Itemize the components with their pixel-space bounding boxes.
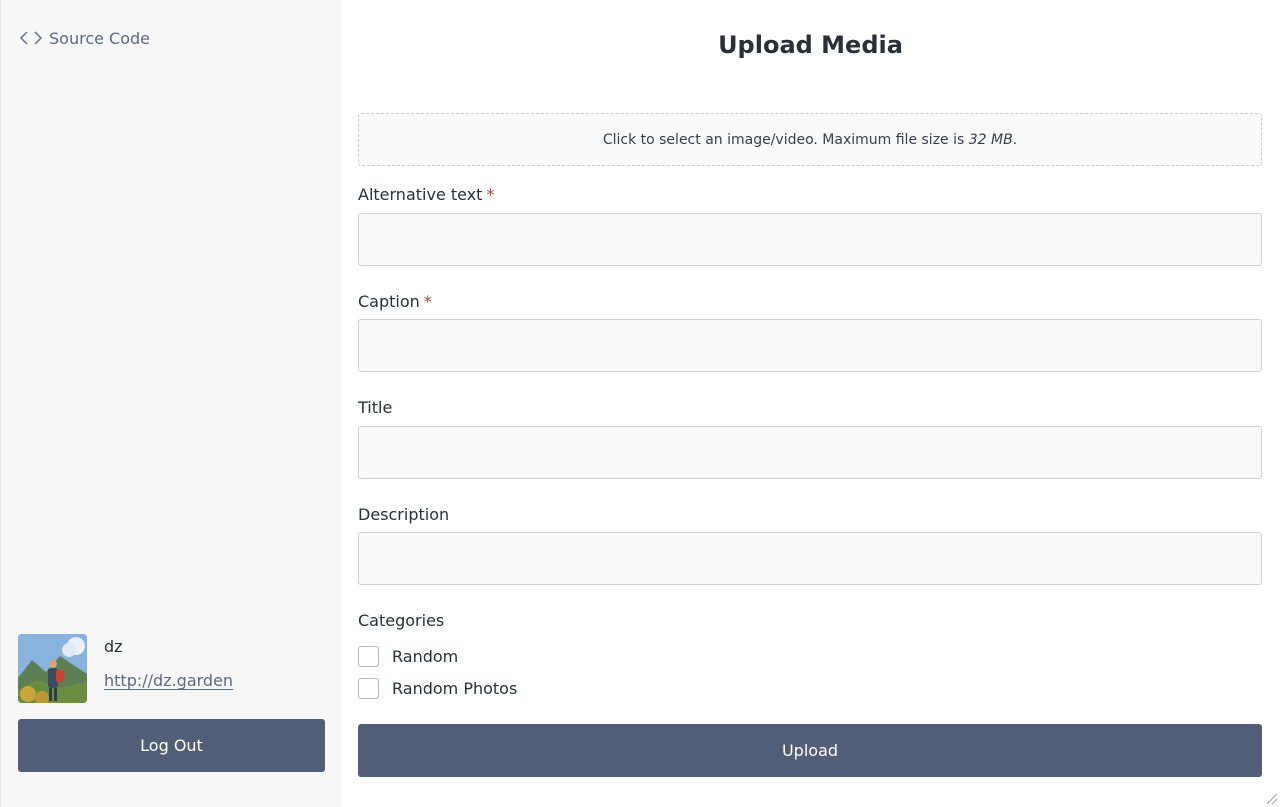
page-title: Upload Media bbox=[718, 31, 903, 59]
required-marker: * bbox=[423, 292, 432, 311]
max-file-size: 32 MB bbox=[968, 131, 1013, 148]
code-brackets-icon bbox=[20, 31, 42, 45]
file-dropzone[interactable]: Click to select an image/video. Maximum … bbox=[358, 113, 1262, 166]
log-out-button[interactable]: Log Out bbox=[18, 719, 325, 772]
avatar bbox=[18, 634, 87, 703]
sidebar: Source Code dz http://dz.garden Log Out bbox=[0, 0, 341, 807]
title-input[interactable] bbox=[358, 426, 1262, 479]
user-website-link[interactable]: http://dz.garden bbox=[104, 671, 233, 690]
category-option-random[interactable]: Random bbox=[358, 645, 458, 667]
upload-button[interactable]: Upload bbox=[358, 724, 1262, 777]
categories-label: Categories bbox=[358, 611, 445, 630]
category-checkbox[interactable] bbox=[358, 645, 379, 667]
category-label: Random bbox=[392, 646, 459, 666]
user-card: dz http://dz.garden bbox=[18, 634, 328, 704]
alt-text-label: Alternative text * bbox=[358, 185, 495, 204]
caption-input[interactable] bbox=[358, 319, 1262, 372]
alt-text-input[interactable] bbox=[358, 213, 1262, 266]
user-name: dz bbox=[104, 637, 123, 656]
source-code-link[interactable]: Source Code bbox=[19, 26, 150, 50]
resize-grip-icon[interactable] bbox=[1266, 793, 1278, 805]
category-checkbox[interactable] bbox=[358, 677, 379, 699]
upload-form: Upload Media Click to select an image/vi… bbox=[341, 0, 1280, 807]
title-label: Title bbox=[358, 398, 393, 417]
caption-label: Caption * bbox=[358, 292, 432, 311]
description-input[interactable] bbox=[358, 532, 1262, 585]
dropzone-text: Click to select an image/video. Maximum … bbox=[602, 131, 1018, 148]
source-code-label: Source Code bbox=[49, 28, 150, 48]
description-label: Description bbox=[358, 505, 450, 524]
category-option-random-photos[interactable]: Random Photos bbox=[358, 677, 517, 699]
required-marker: * bbox=[486, 185, 495, 204]
category-label: Random Photos bbox=[392, 678, 518, 698]
